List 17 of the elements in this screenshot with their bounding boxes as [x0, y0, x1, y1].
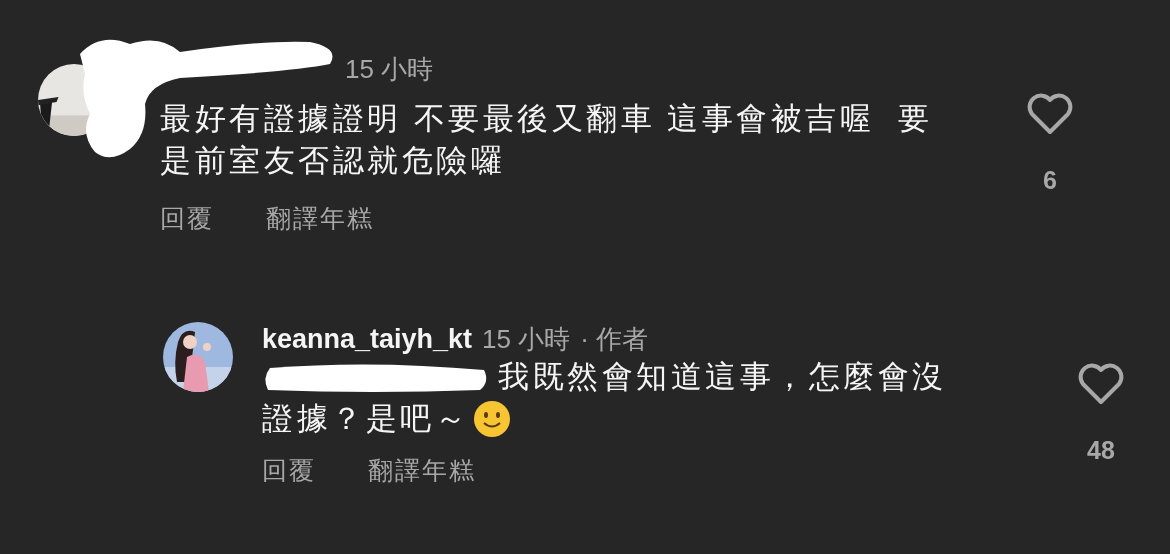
reply-link[interactable]: 回覆: [262, 454, 316, 487]
author-tag: · 作者: [580, 321, 649, 357]
translate-link[interactable]: 翻譯年糕: [368, 454, 476, 487]
timestamp: 15 小時: [482, 322, 571, 356]
heart-icon[interactable]: [1026, 92, 1074, 136]
like-count: 48: [1087, 436, 1115, 465]
username[interactable]: keanna_taiyh_kt: [262, 323, 473, 355]
timestamp: 15 小時: [345, 52, 434, 86]
comment-text: 是前室友否認就危險囉: [160, 142, 505, 180]
heart-icon[interactable]: [1077, 362, 1125, 406]
comment-text: 最好有證據證明 不要最後又翻車 這事會被吉喔 要: [160, 100, 933, 138]
reply-link[interactable]: 回覆: [160, 202, 214, 235]
like-count: 6: [1043, 166, 1057, 195]
comment-text: 我既然會知道這事，怎麼會沒: [498, 358, 947, 396]
translate-link[interactable]: 翻譯年糕: [266, 202, 374, 235]
comment-text: 證據？是吧～: [262, 400, 469, 438]
smiley-icon: [473, 400, 511, 438]
